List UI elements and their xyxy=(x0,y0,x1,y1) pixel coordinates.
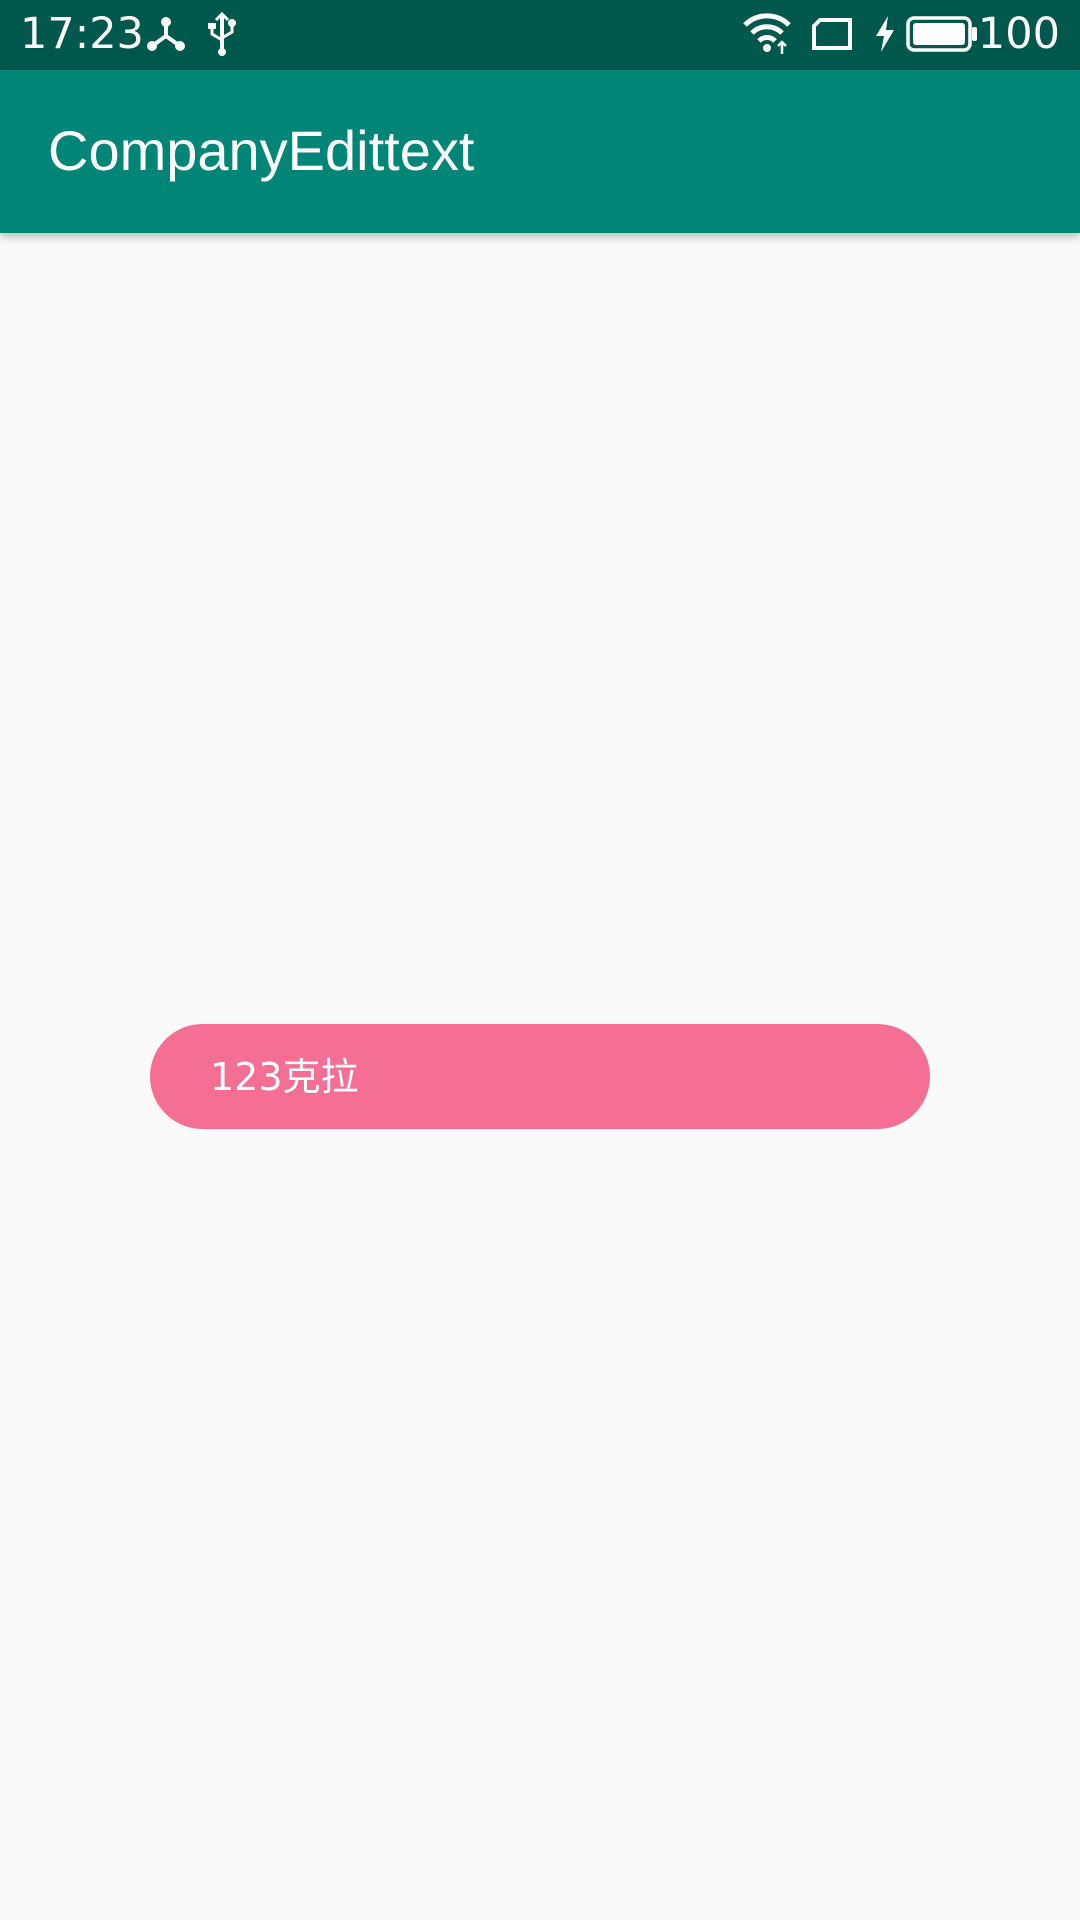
app-title: CompanyEdittext xyxy=(48,119,475,182)
company-edittext-value: 123克拉 xyxy=(210,1054,359,1099)
usb-icon xyxy=(208,12,236,56)
status-bar: 17:23 100 xyxy=(0,0,1080,70)
wifi-icon xyxy=(743,13,791,54)
status-time: 17:23 xyxy=(20,9,144,59)
company-edittext-input[interactable]: 123克拉 xyxy=(150,1024,930,1129)
network-share-icon xyxy=(147,17,185,51)
charging-icon xyxy=(876,16,894,52)
battery-icon xyxy=(906,16,977,52)
app-bar: CompanyEdittext xyxy=(0,70,1080,233)
main-content: 123克拉 xyxy=(0,233,1080,1920)
screen-icon xyxy=(812,18,852,50)
battery-percent: 100 xyxy=(977,9,1060,59)
